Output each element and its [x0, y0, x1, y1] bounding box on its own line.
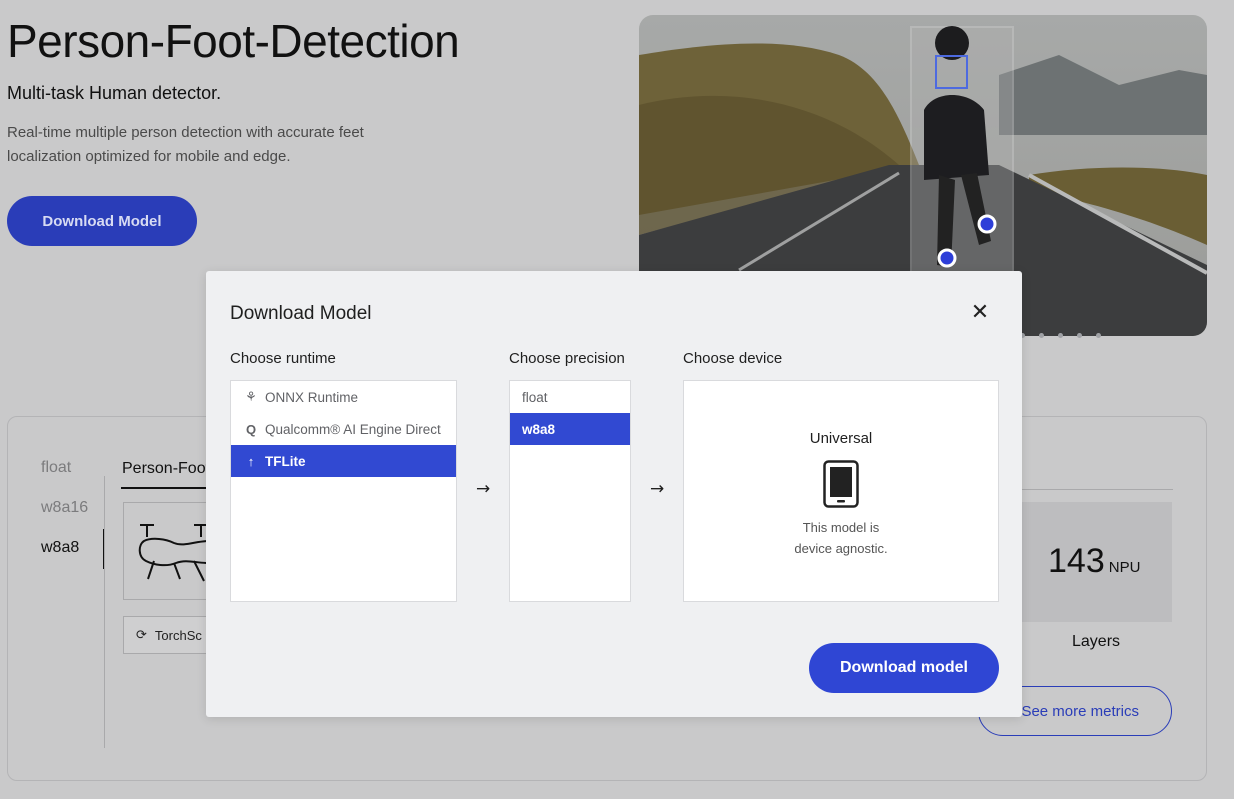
- divider: [104, 476, 105, 748]
- download-model-button[interactable]: Download model: [809, 643, 999, 693]
- metric-value: 143 NPU: [1048, 542, 1140, 581]
- runtime-option-tflite[interactable]: ↑ TFLite: [231, 445, 456, 477]
- tab-person-foot[interactable]: Person-Foot: [122, 460, 208, 478]
- arrow-right-icon: →: [650, 479, 665, 499]
- device-note-line: This model is: [802, 520, 880, 535]
- device-note-line: device agnostic.: [794, 541, 888, 556]
- runtime-option-qualcomm[interactable]: Q Qualcomm® AI Engine Direct: [231, 413, 456, 445]
- runtime-option-onnx[interactable]: ⚘ ONNX Runtime: [231, 381, 456, 413]
- runtime-label: Choose runtime: [230, 350, 336, 367]
- metric-unit: NPU: [1108, 559, 1141, 576]
- architecture-icon: [123, 502, 207, 600]
- runtime-chip-torchscript[interactable]: ⟳ TorchSc: [123, 616, 207, 654]
- carousel-dot[interactable]: [1077, 333, 1082, 338]
- runtime-option-label: TFLite: [265, 453, 306, 469]
- tablet-icon: [823, 460, 859, 513]
- device-card[interactable]: Universal This model is device agnostic.: [683, 380, 999, 602]
- metric-label: Layers: [1072, 633, 1121, 650]
- close-icon[interactable]: ✕: [968, 301, 992, 325]
- dialog-title: Download Model: [230, 303, 372, 324]
- device-label: Choose device: [683, 350, 783, 367]
- carousel-dot[interactable]: [1058, 333, 1063, 338]
- runtime-chip-label: TorchSc: [154, 627, 202, 643]
- runtime-list: ⚘ ONNX Runtime Q Qualcomm® AI Engine Dir…: [230, 380, 457, 602]
- precision-option-w8a8[interactable]: w8a8: [510, 413, 630, 445]
- runtime-option-label: ONNX Runtime: [265, 389, 359, 405]
- precision-tab-w8a8[interactable]: w8a8: [41, 539, 79, 557]
- page-subtitle: Multi-task Human detector.: [7, 83, 222, 103]
- carousel-dot[interactable]: [1096, 333, 1101, 338]
- arrow-right-icon: →: [476, 479, 491, 499]
- precision-tab-w8a16[interactable]: w8a16: [41, 499, 88, 517]
- hero-download-button[interactable]: Download Model: [7, 196, 197, 246]
- tflite-icon: ↑: [247, 453, 255, 469]
- precision-tab-float[interactable]: float: [41, 459, 71, 477]
- page-description: Real-time multiple person detection with…: [7, 124, 364, 165]
- metric-number: 143: [1048, 542, 1105, 580]
- download-model-dialog: Download Model ✕ Choose runtime Choose p…: [206, 271, 1022, 717]
- precision-list: float w8a8: [509, 380, 631, 602]
- carousel-dot[interactable]: [1039, 333, 1044, 338]
- carousel-dots[interactable]: [1020, 333, 1101, 338]
- device-name: Universal: [809, 430, 873, 447]
- qualcomm-icon: Q: [245, 421, 257, 437]
- precision-label: Choose precision: [509, 350, 625, 367]
- tab-underline: [121, 487, 207, 489]
- torchscript-icon: ⟳: [136, 627, 147, 642]
- precision-option-float[interactable]: float: [510, 381, 630, 413]
- device-note: This model is device agnostic.: [684, 517, 998, 559]
- page-title: Person-Foot-Detection: [7, 15, 460, 67]
- runtime-option-label: Qualcomm® AI Engine Direct: [265, 421, 441, 437]
- onnx-icon: ⚘: [245, 389, 257, 404]
